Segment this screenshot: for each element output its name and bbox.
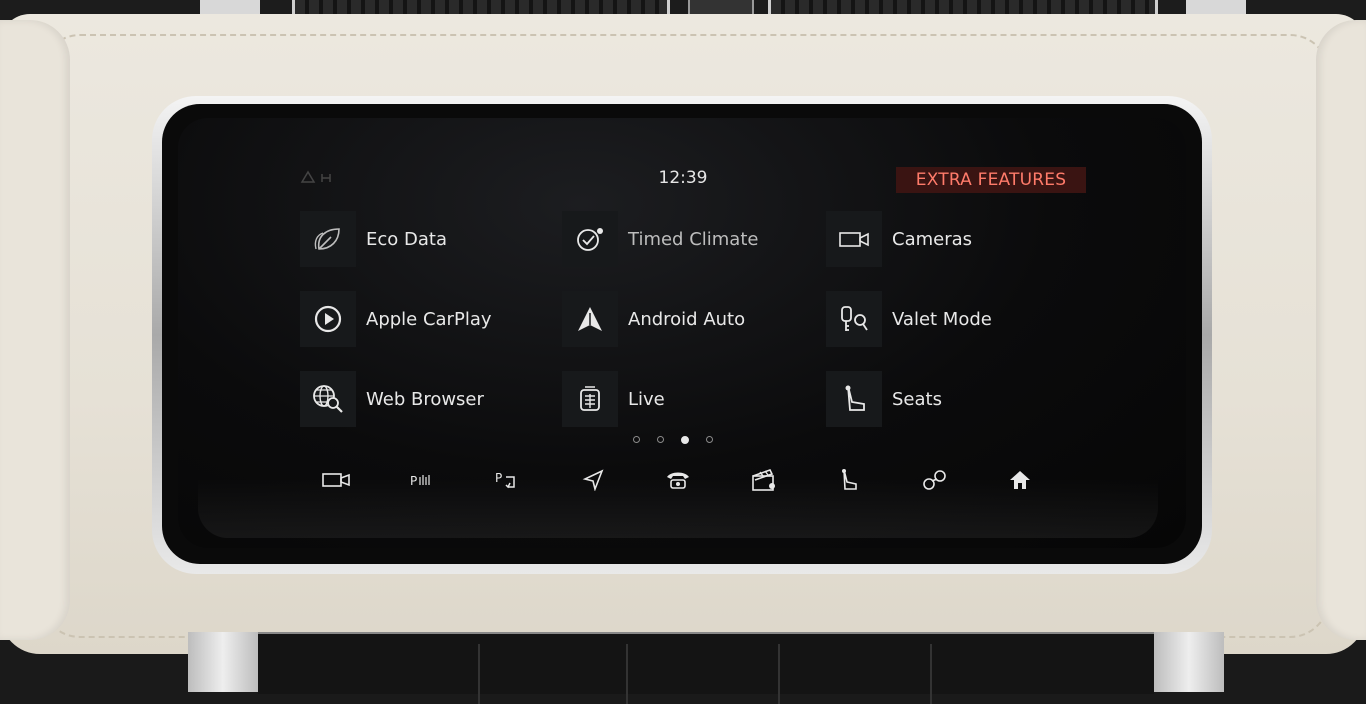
screen-glare — [198, 478, 1158, 538]
console-chrome-right — [1154, 632, 1224, 692]
page-dot[interactable] — [657, 436, 664, 443]
app-label: Android Auto — [628, 308, 746, 330]
leather-panel-left — [0, 20, 70, 640]
app-label: Valet Mode — [892, 308, 992, 330]
infotainment-screen: 12:39 EXTRA FEATURES Eco Data Timed Clim… — [178, 118, 1186, 548]
app-label: Apple CarPlay — [366, 308, 492, 330]
status-indicator-icon — [300, 170, 344, 188]
leaf-icon — [300, 211, 356, 267]
app-apple-carplay[interactable]: Apple CarPlay — [300, 290, 492, 348]
live-icon — [562, 371, 618, 427]
console-chrome-left — [188, 632, 258, 692]
valet-keys-icon — [826, 291, 882, 347]
page-dot[interactable] — [706, 436, 713, 443]
app-eco-data[interactable]: Eco Data — [300, 210, 447, 268]
console-divider — [626, 644, 628, 704]
app-label: Cameras — [892, 228, 973, 250]
page-indicator — [633, 436, 723, 446]
climate-console — [258, 632, 1154, 704]
app-label: Live — [628, 388, 665, 410]
app-timed-climate[interactable]: Timed Climate — [562, 210, 758, 268]
app-live[interactable]: Live — [562, 370, 665, 428]
seat-icon — [826, 371, 882, 427]
page-dot[interactable] — [633, 436, 640, 443]
globe-search-icon — [300, 371, 356, 427]
page-dot-active[interactable] — [681, 436, 689, 444]
climate-timer-icon — [562, 211, 618, 267]
clock: 12:39 — [658, 168, 708, 188]
carplay-icon — [300, 291, 356, 347]
app-cameras[interactable]: Cameras — [826, 210, 972, 268]
console-divider — [478, 644, 480, 704]
app-label: Eco Data — [366, 228, 447, 250]
app-label: Seats — [892, 388, 942, 410]
console-divider — [778, 644, 780, 704]
app-label: Web Browser — [366, 388, 484, 410]
android-auto-icon — [562, 291, 618, 347]
app-valet-mode[interactable]: Valet Mode — [826, 290, 992, 348]
app-label: Timed Climate — [628, 228, 759, 250]
app-web-browser[interactable]: Web Browser — [300, 370, 484, 428]
app-android-auto[interactable]: Android Auto — [562, 290, 745, 348]
camera-icon — [826, 211, 882, 267]
console-divider — [930, 644, 932, 704]
leather-panel-right — [1316, 20, 1366, 640]
section-title: EXTRA FEATURES — [896, 167, 1086, 193]
app-seats[interactable]: Seats — [826, 370, 942, 428]
